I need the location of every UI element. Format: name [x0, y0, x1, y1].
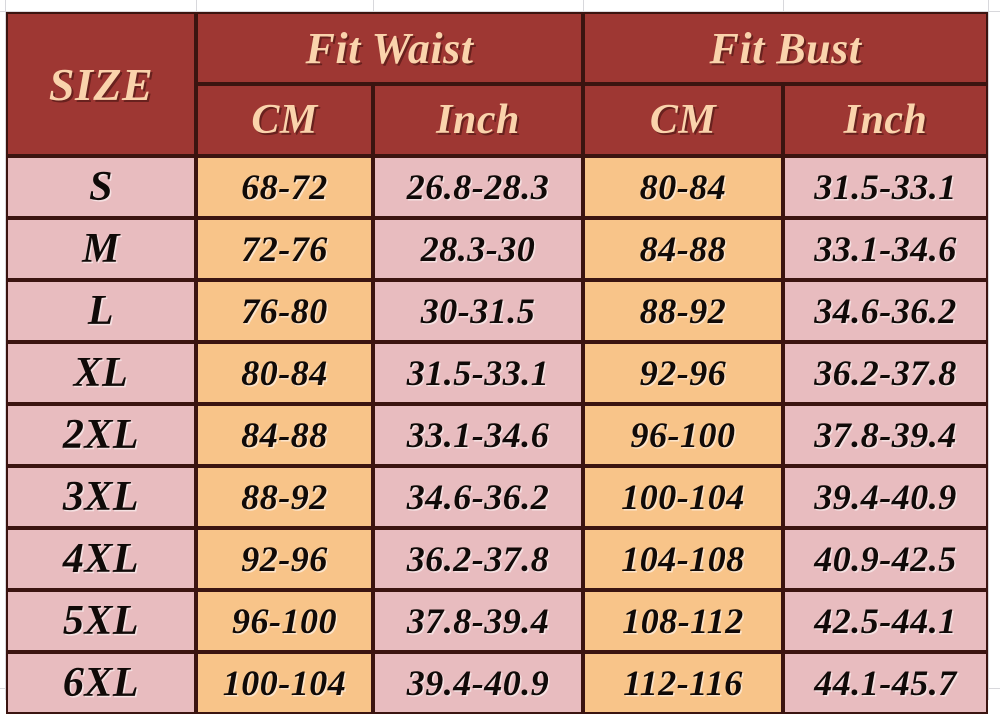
cell-waist-cm: 96-100 — [196, 590, 373, 652]
cell-waist-cm: 68-72 — [196, 156, 373, 218]
size-chart-table: SIZE Fit Waist Fit Bust CM Inch CM Inch … — [6, 12, 988, 714]
header-waist-cm: CM — [196, 84, 373, 156]
cell-waist-cm: 84-88 — [196, 404, 373, 466]
header-group-fit-waist: Fit Waist — [196, 12, 583, 84]
cell-size: 2XL — [6, 404, 196, 466]
size-chart-container: SIZE Fit Waist Fit Bust CM Inch CM Inch … — [6, 12, 988, 714]
header-waist-inch: Inch — [373, 84, 583, 156]
cell-bust-in: 42.5-44.1 — [783, 590, 988, 652]
cell-bust-cm: 104-108 — [583, 528, 783, 590]
header-bust-cm: CM — [583, 84, 783, 156]
cell-waist-in: 33.1-34.6 — [373, 404, 583, 466]
cell-bust-in: 31.5-33.1 — [783, 156, 988, 218]
cell-bust-in: 44.1-45.7 — [783, 652, 988, 714]
cell-waist-in: 36.2-37.8 — [373, 528, 583, 590]
cell-bust-cm: 96-100 — [583, 404, 783, 466]
cell-waist-in: 28.3-30 — [373, 218, 583, 280]
cell-size: M — [6, 218, 196, 280]
cell-bust-in: 33.1-34.6 — [783, 218, 988, 280]
cell-waist-cm: 72-76 — [196, 218, 373, 280]
cell-size: L — [6, 280, 196, 342]
header-bust-inch: Inch — [783, 84, 988, 156]
cell-bust-cm: 92-96 — [583, 342, 783, 404]
cell-waist-cm: 76-80 — [196, 280, 373, 342]
cell-bust-in: 34.6-36.2 — [783, 280, 988, 342]
cell-size: S — [6, 156, 196, 218]
cell-bust-cm: 108-112 — [583, 590, 783, 652]
table-row: 4XL 92-96 36.2-37.8 104-108 40.9-42.5 — [6, 528, 988, 590]
cell-waist-in: 39.4-40.9 — [373, 652, 583, 714]
table-row: L 76-80 30-31.5 88-92 34.6-36.2 — [6, 280, 988, 342]
cell-bust-cm: 112-116 — [583, 652, 783, 714]
header-group-fit-bust: Fit Bust — [583, 12, 988, 84]
cell-bust-cm: 88-92 — [583, 280, 783, 342]
cell-size: 5XL — [6, 590, 196, 652]
cell-bust-cm: 80-84 — [583, 156, 783, 218]
cell-bust-cm: 100-104 — [583, 466, 783, 528]
cell-bust-in: 40.9-42.5 — [783, 528, 988, 590]
table-row: 2XL 84-88 33.1-34.6 96-100 37.8-39.4 — [6, 404, 988, 466]
header-size: SIZE — [6, 12, 196, 156]
cell-size: 4XL — [6, 528, 196, 590]
table-body: S 68-72 26.8-28.3 80-84 31.5-33.1 M 72-7… — [6, 156, 988, 714]
table-row: S 68-72 26.8-28.3 80-84 31.5-33.1 — [6, 156, 988, 218]
cell-waist-in: 37.8-39.4 — [373, 590, 583, 652]
cell-size: XL — [6, 342, 196, 404]
cell-bust-in: 36.2-37.8 — [783, 342, 988, 404]
cell-size: 3XL — [6, 466, 196, 528]
cell-waist-in: 34.6-36.2 — [373, 466, 583, 528]
cell-waist-cm: 92-96 — [196, 528, 373, 590]
table-row: XL 80-84 31.5-33.1 92-96 36.2-37.8 — [6, 342, 988, 404]
header-row-groups: SIZE Fit Waist Fit Bust — [6, 12, 988, 156]
table-row: 5XL 96-100 37.8-39.4 108-112 42.5-44.1 — [6, 590, 988, 652]
cell-bust-in: 39.4-40.9 — [783, 466, 988, 528]
cell-bust-in: 37.8-39.4 — [783, 404, 988, 466]
table-header: SIZE Fit Waist Fit Bust CM Inch CM Inch — [6, 12, 988, 156]
cell-waist-cm: 100-104 — [196, 652, 373, 714]
cell-waist-cm: 88-92 — [196, 466, 373, 528]
cell-bust-cm: 84-88 — [583, 218, 783, 280]
cell-waist-in: 30-31.5 — [373, 280, 583, 342]
table-row: 3XL 88-92 34.6-36.2 100-104 39.4-40.9 — [6, 466, 988, 528]
cell-waist-in: 31.5-33.1 — [373, 342, 583, 404]
cell-size: 6XL — [6, 652, 196, 714]
cell-waist-in: 26.8-28.3 — [373, 156, 583, 218]
cell-waist-cm: 80-84 — [196, 342, 373, 404]
table-row: 6XL 100-104 39.4-40.9 112-116 44.1-45.7 — [6, 652, 988, 714]
table-row: M 72-76 28.3-30 84-88 33.1-34.6 — [6, 218, 988, 280]
